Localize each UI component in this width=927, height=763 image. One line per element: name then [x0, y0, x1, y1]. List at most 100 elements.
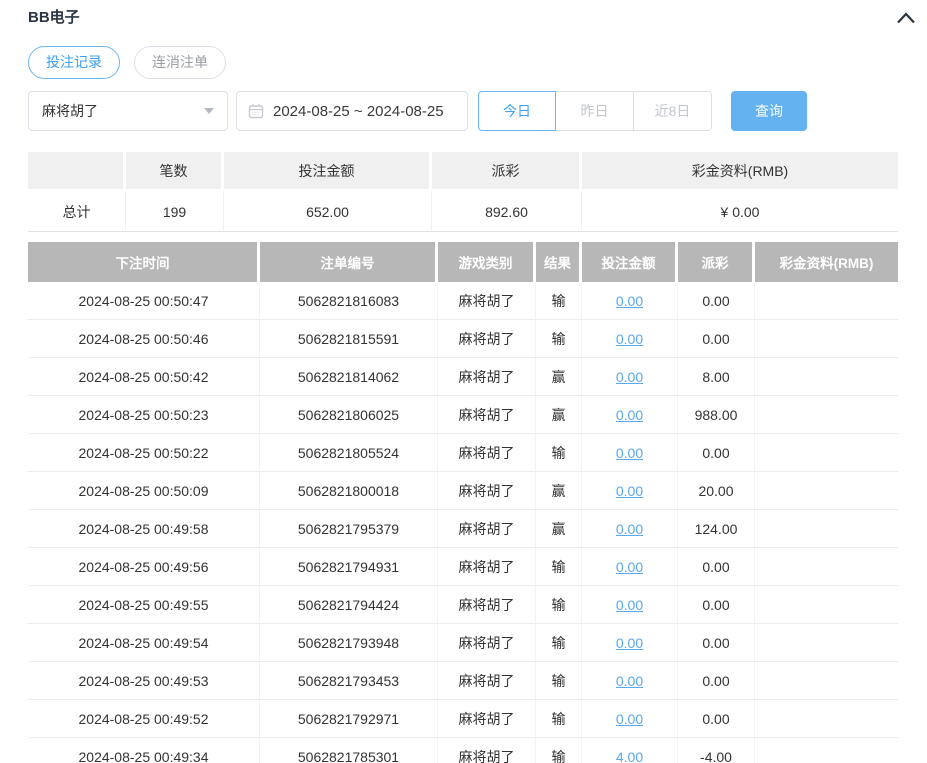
bonus-cell — [755, 662, 898, 700]
bet-amount-link[interactable]: 0.00 — [616, 559, 643, 575]
bet-table-body: 2024-08-25 00:50:475062821816083麻将胡了输0.0… — [28, 282, 898, 763]
order-number-cell: 5062821793453 — [260, 662, 438, 700]
bet-time-cell: 2024-08-25 00:49:34 — [28, 738, 260, 763]
game-type-cell: 麻将胡了 — [438, 396, 536, 434]
bet-amount-link[interactable]: 0.00 — [616, 711, 643, 727]
order-number-cell: 5062821785301 — [260, 738, 438, 763]
bonus-cell — [755, 624, 898, 662]
bonus-cell — [755, 510, 898, 548]
bonus-cell — [755, 358, 898, 396]
bonus-cell — [755, 548, 898, 586]
query-button[interactable]: 查询 — [731, 91, 807, 131]
collapse-button[interactable] — [895, 8, 917, 28]
game-type-cell: 麻将胡了 — [438, 358, 536, 396]
bet-amount-cell: 0.00 — [582, 396, 678, 434]
game-select[interactable]: 麻将胡了 — [28, 91, 228, 131]
bet-amount-cell: 0.00 — [582, 510, 678, 548]
table-row: 2024-08-25 00:50:475062821816083麻将胡了输0.0… — [28, 282, 898, 320]
result-cell: 赢 — [536, 358, 582, 396]
table-row: 2024-08-25 00:50:465062821815591麻将胡了输0.0… — [28, 320, 898, 358]
quick-range-group: 今日 昨日 近8日 — [478, 91, 712, 131]
date-range-value: 2024-08-25 ~ 2024-08-25 — [273, 103, 444, 120]
bet-amount-link[interactable]: 0.00 — [616, 673, 643, 689]
bet-amount-link[interactable]: 0.00 — [616, 369, 643, 385]
bonus-cell — [755, 282, 898, 320]
tab-bet-records[interactable]: 投注记录 — [28, 46, 120, 79]
bet-amount-cell: 0.00 — [582, 662, 678, 700]
bonus-cell — [755, 396, 898, 434]
order-number-cell: 5062821794424 — [260, 586, 438, 624]
payout-cell: 0.00 — [678, 700, 755, 738]
bet-amount-link[interactable]: 0.00 — [616, 635, 643, 651]
order-number-cell: 5062821793948 — [260, 624, 438, 662]
bet-time-cell: 2024-08-25 00:50:47 — [28, 282, 260, 320]
table-row: 2024-08-25 00:49:565062821794931麻将胡了输0.0… — [28, 548, 898, 586]
range-today-button[interactable]: 今日 — [478, 91, 556, 131]
payout-cell: 8.00 — [678, 358, 755, 396]
game-select-value: 麻将胡了 — [42, 101, 98, 121]
summary-total-bonus: ¥ 0.00 — [582, 192, 898, 232]
tab-cancelled-orders[interactable]: 连消注单 — [134, 46, 226, 79]
bet-amount-link[interactable]: 0.00 — [616, 483, 643, 499]
bet-amount-link[interactable]: 0.00 — [616, 407, 643, 423]
result-cell: 赢 — [536, 510, 582, 548]
summary-col-bet-amount: 投注金额 — [224, 152, 432, 192]
result-cell: 赢 — [536, 472, 582, 510]
bonus-cell — [755, 586, 898, 624]
order-number-cell: 5062821800018 — [260, 472, 438, 510]
game-type-cell: 麻将胡了 — [438, 586, 536, 624]
order-number-cell: 5062821806025 — [260, 396, 438, 434]
game-type-cell: 麻将胡了 — [438, 738, 536, 763]
summary-col-blank — [28, 152, 126, 192]
order-number-cell: 5062821795379 — [260, 510, 438, 548]
payout-cell: 0.00 — [678, 662, 755, 700]
bet-amount-cell: 0.00 — [582, 434, 678, 472]
date-range-input[interactable]: 2024-08-25 ~ 2024-08-25 — [236, 91, 468, 131]
table-row: 2024-08-25 00:50:225062821805524麻将胡了输0.0… — [28, 434, 898, 472]
bet-amount-link[interactable]: 0.00 — [616, 597, 643, 613]
payout-cell: -4.00 — [678, 738, 755, 763]
bet-time-cell: 2024-08-25 00:49:56 — [28, 548, 260, 586]
payout-cell: 20.00 — [678, 472, 755, 510]
order-number-cell: 5062821794931 — [260, 548, 438, 586]
bonus-cell — [755, 472, 898, 510]
range-last8days-button[interactable]: 近8日 — [634, 91, 712, 131]
payout-cell: 988.00 — [678, 396, 755, 434]
bet-time-cell: 2024-08-25 00:49:53 — [28, 662, 260, 700]
bet-time-cell: 2024-08-25 00:49:58 — [28, 510, 260, 548]
summary-table: 笔数 投注金额 派彩 彩金资料(RMB) 总计 199 652.00 892.6… — [28, 152, 898, 232]
bet-amount-link[interactable]: 0.00 — [616, 331, 643, 347]
bet-amount-link[interactable]: 0.00 — [616, 293, 643, 309]
bet-amount-cell: 0.00 — [582, 320, 678, 358]
game-type-cell: 麻将胡了 — [438, 434, 536, 472]
bet-amount-cell: 0.00 — [582, 624, 678, 662]
summary-col-count: 笔数 — [126, 152, 224, 192]
bet-time-cell: 2024-08-25 00:50:09 — [28, 472, 260, 510]
order-number-cell: 5062821805524 — [260, 434, 438, 472]
bet-amount-link[interactable]: 0.00 — [616, 521, 643, 537]
bet-amount-link[interactable]: 0.00 — [616, 445, 643, 461]
result-cell: 输 — [536, 586, 582, 624]
bet-time-cell: 2024-08-25 00:49:52 — [28, 700, 260, 738]
bet-amount-link[interactable]: 4.00 — [616, 749, 643, 763]
result-cell: 输 — [536, 320, 582, 358]
col-result: 结果 — [536, 242, 582, 282]
game-type-cell: 麻将胡了 — [438, 320, 536, 358]
order-number-cell: 5062821816083 — [260, 282, 438, 320]
summary-col-bonus: 彩金资料(RMB) — [582, 152, 898, 192]
bet-time-cell: 2024-08-25 00:50:46 — [28, 320, 260, 358]
col-payout: 派彩 — [678, 242, 755, 282]
game-type-cell: 麻将胡了 — [438, 548, 536, 586]
bet-amount-cell: 0.00 — [582, 548, 678, 586]
panel-header: BB电子 — [28, 5, 927, 27]
bonus-cell — [755, 738, 898, 763]
table-row: 2024-08-25 00:50:425062821814062麻将胡了赢0.0… — [28, 358, 898, 396]
bet-amount-cell: 0.00 — [582, 700, 678, 738]
game-type-cell: 麻将胡了 — [438, 472, 536, 510]
range-yesterday-button[interactable]: 昨日 — [556, 91, 634, 131]
summary-col-payout: 派彩 — [432, 152, 582, 192]
result-cell: 输 — [536, 662, 582, 700]
summary-total-row: 总计 199 652.00 892.60 ¥ 0.00 — [28, 192, 898, 232]
bet-amount-cell: 0.00 — [582, 586, 678, 624]
result-cell: 输 — [536, 434, 582, 472]
